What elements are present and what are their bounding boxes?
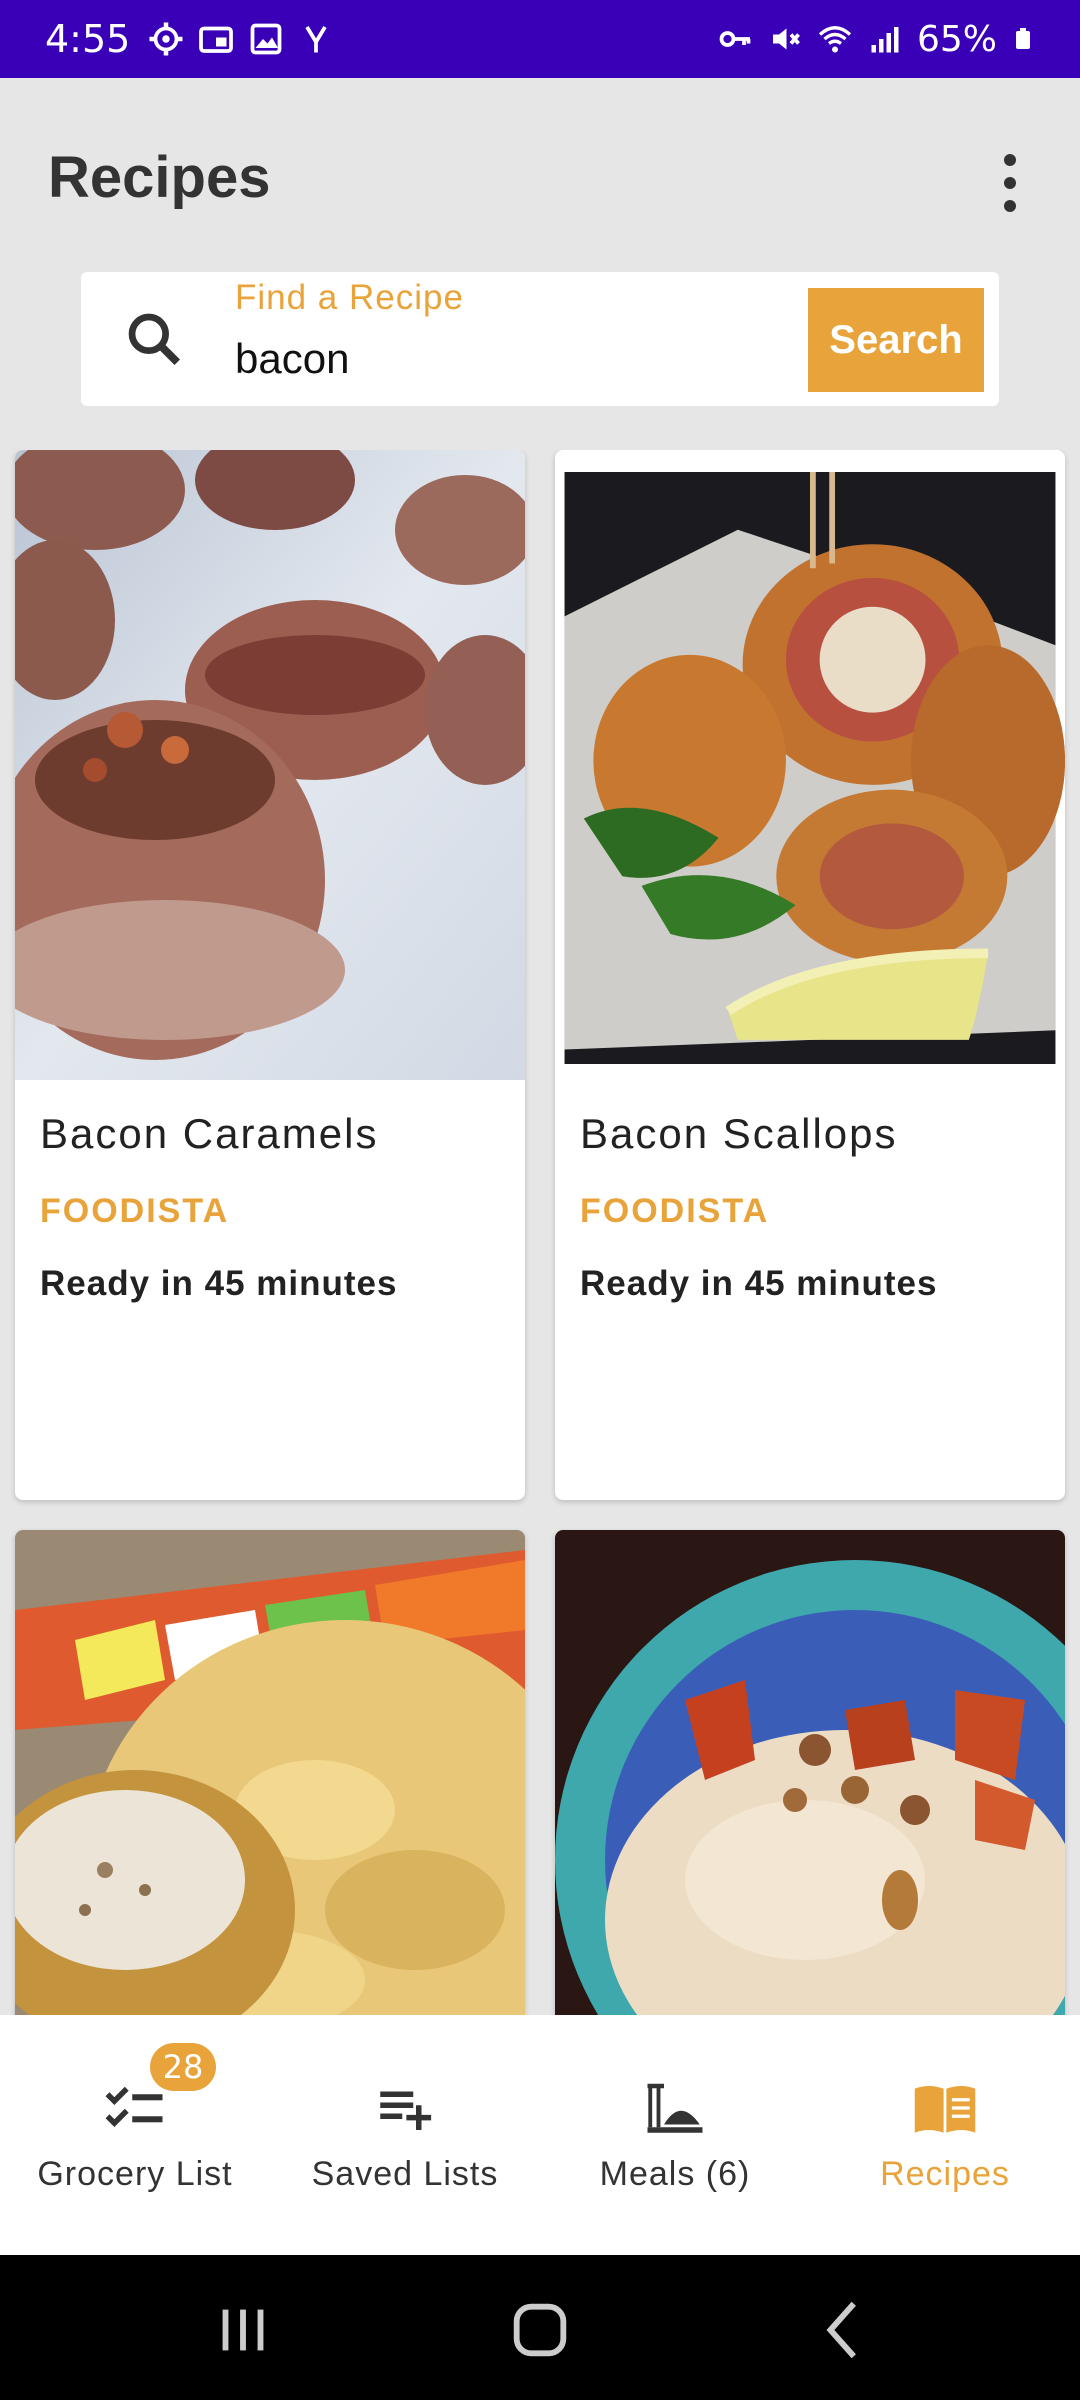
recent-apps-icon[interactable] (208, 2295, 278, 2365)
recipe-card[interactable]: Bacon Caramels FOODISTA Ready in 45 minu… (15, 450, 525, 1500)
recipe-source: FOODISTA (580, 1192, 770, 1230)
recipe-title: Bacon Caramels (40, 1110, 379, 1157)
nav-grocery-list[interactable]: 28 Grocery List (0, 2015, 270, 2255)
nav-saved-lists[interactable]: Saved Lists (270, 2015, 540, 2255)
book-icon (914, 2086, 976, 2133)
back-icon[interactable] (810, 2295, 880, 2365)
app-bar: Recipes (0, 78, 1080, 278)
nav-label: Grocery List (37, 2155, 233, 2193)
settings-gear-icon (149, 22, 183, 56)
search-label: Find a Recipe (235, 278, 464, 317)
status-time: 4:55 (45, 17, 131, 61)
recipe-source: FOODISTA (40, 1192, 230, 1230)
more-vert-icon[interactable] (980, 148, 1040, 218)
nav-label: Meals (6) (599, 2155, 751, 2193)
recipe-title: Bacon Scallops (580, 1110, 898, 1157)
home-icon[interactable] (505, 2295, 575, 2365)
search-button[interactable]: Search (808, 288, 984, 392)
recipe-image (555, 1530, 1065, 2015)
grocery-count-badge: 28 (150, 2043, 216, 2091)
battery-icon (1016, 28, 1030, 49)
battery-percent: 65% (916, 18, 997, 60)
status-right-icons: 65% (717, 19, 1035, 60)
recipe-ready-time: Ready in 45 minutes (580, 1264, 938, 1303)
recipe-card[interactable]: Bacon Scallops FOODISTA Ready in 45 minu… (555, 450, 1065, 1500)
nav-meals[interactable]: Meals (6) (540, 2015, 810, 2255)
bottom-navigation: 28 Grocery List Saved Lists Meals (6) Re… (0, 2015, 1080, 2255)
recipe-image (15, 1530, 525, 2015)
search-box: Find a Recipe Search (81, 272, 999, 406)
page-title: Recipes (48, 145, 271, 210)
recipe-image (15, 450, 525, 1080)
sim-card-icon (199, 26, 234, 53)
vpn-key-icon (719, 31, 751, 47)
recipe-ready-time: Ready in 45 minutes (40, 1264, 398, 1303)
network-y-icon (305, 26, 327, 53)
mute-icon (772, 28, 800, 50)
recipe-card[interactable] (555, 1530, 1065, 2015)
system-navigation-bar (0, 2255, 1080, 2400)
status-bar: 4:55 65% (0, 0, 1080, 78)
recipe-image (564, 472, 1065, 1064)
status-left-icons (148, 21, 334, 57)
cellular-signal-icon (871, 27, 899, 53)
search-input[interactable] (235, 328, 845, 390)
nav-recipes[interactable]: Recipes (810, 2015, 1080, 2255)
meal-platter-icon (647, 2083, 703, 2133)
nav-label: Recipes (880, 2155, 1010, 2193)
playlist-add-icon (380, 2091, 432, 2130)
recipe-card[interactable] (15, 1530, 525, 2015)
search-icon (128, 313, 180, 365)
image-icon (250, 23, 282, 55)
nav-label: Saved Lists (311, 2155, 499, 2193)
recipe-grid: Bacon Caramels FOODISTA Ready in 45 minu… (0, 450, 1080, 2015)
wifi-icon (818, 26, 852, 53)
